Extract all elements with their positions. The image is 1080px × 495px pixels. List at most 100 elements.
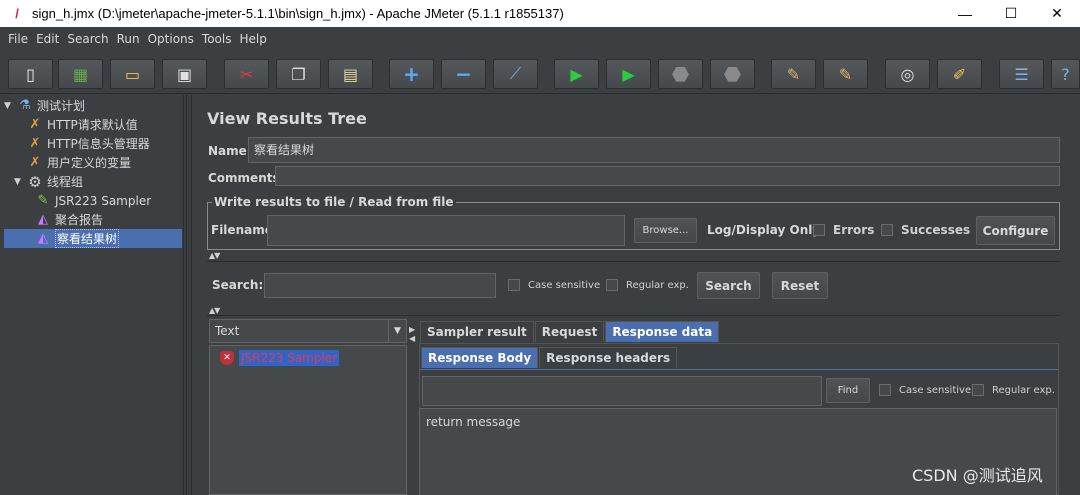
start-button[interactable]: ▶: [554, 59, 599, 89]
new-button[interactable]: ▯: [8, 59, 53, 89]
tree-node-jsr223-sampler[interactable]: ✎ JSR223 Sampler: [34, 191, 152, 210]
regex-checkbox[interactable]: Regular exp.: [606, 279, 689, 291]
checkbox-box[interactable]: [972, 384, 984, 396]
result-item-label: JSR223 Sampler: [239, 350, 340, 366]
tree-node-label: 测试计划: [37, 99, 86, 113]
checkbox-box[interactable]: [508, 279, 520, 291]
find-case-label: Case sensitive: [899, 384, 972, 396]
paste-button[interactable]: ▤: [328, 59, 373, 89]
search-input[interactable]: [264, 273, 496, 298]
save-button[interactable]: ▣: [162, 59, 207, 89]
minimize-button[interactable]: —: [942, 0, 988, 27]
errors-checkbox[interactable]: Errors: [813, 223, 874, 237]
menu-file[interactable]: File: [4, 32, 32, 46]
menu-search[interactable]: Search: [63, 32, 112, 46]
minus-icon: −: [455, 62, 472, 86]
divider: [420, 369, 1058, 370]
case-sensitive-checkbox[interactable]: Case sensitive: [508, 279, 600, 291]
checkbox-box[interactable]: [606, 279, 618, 291]
splitter-arrows-icon[interactable]: ▶ ◀: [409, 325, 415, 343]
tree-node-user-variables[interactable]: ✗ 用户定义的变量: [26, 153, 131, 172]
stop-button[interactable]: ⬣: [658, 59, 703, 89]
checkbox-box[interactable]: [813, 224, 825, 236]
search-button[interactable]: ◎: [885, 59, 930, 89]
menu-options[interactable]: Options: [144, 32, 198, 46]
copy-icon: ❐: [291, 64, 306, 84]
filename-label: Filename: [211, 223, 273, 237]
filename-field[interactable]: [267, 215, 625, 246]
successes-checkbox[interactable]: Successes: [881, 223, 970, 237]
menu-tools[interactable]: Tools: [198, 32, 236, 46]
name-field[interactable]: 察看结果树: [248, 137, 1060, 163]
checkbox-box[interactable]: [879, 384, 891, 396]
menu-edit[interactable]: Edit: [32, 32, 63, 46]
browse-button[interactable]: Browse...: [634, 218, 697, 243]
file-group-label: Write results to file / Read from file: [212, 195, 456, 209]
reset-button[interactable]: Reset: [772, 272, 828, 299]
toggle-icon: ⟋: [509, 64, 522, 83]
reset-search-button[interactable]: ✐: [937, 59, 982, 89]
tree-node-test-plan[interactable]: ▼ ⚗ 测试计划: [4, 96, 85, 115]
tree-node-label: 线程组: [47, 175, 84, 189]
tree-node-http-defaults[interactable]: ✗ HTTP请求默认值: [26, 115, 138, 134]
toggle-button[interactable]: ⟋: [493, 59, 538, 89]
clear-all-button[interactable]: ✎: [823, 59, 868, 89]
find-input[interactable]: [422, 376, 822, 406]
renderer-select[interactable]: Text ▼: [209, 319, 407, 343]
find-regex-checkbox[interactable]: Regular exp.: [972, 384, 1055, 396]
binoculars-icon: ◎: [900, 64, 915, 84]
start-no-pauses-button[interactable]: ▶: [606, 59, 651, 89]
expand-button[interactable]: +: [389, 59, 434, 89]
tree-node-view-results-tree[interactable]: ◭ 察看结果树: [4, 229, 182, 248]
checkbox-box[interactable]: [881, 224, 893, 236]
tree-expand-icon[interactable]: ▼: [4, 101, 16, 111]
splitter-handle[interactable]: [186, 95, 192, 495]
title-bar: / sign_h.jmx (D:\jmeter\apache-jmeter-5.…: [0, 0, 1080, 27]
tree-node-thread-group[interactable]: ▼ ⚙ 线程组: [14, 172, 83, 191]
find-button[interactable]: Find: [826, 378, 870, 403]
plus-icon: +: [403, 62, 420, 86]
tree-node-label: HTTP信息头管理器: [47, 137, 150, 151]
comments-field[interactable]: [275, 166, 1060, 186]
paste-icon: ▤: [342, 64, 359, 84]
scissors-icon: ✂: [239, 64, 254, 84]
tree-node-label: 聚合报告: [55, 213, 104, 227]
stop-icon: ⬣: [671, 62, 690, 86]
menu-help[interactable]: Help: [235, 32, 270, 46]
test-plan-tree: ▼ ⚗ 测试计划 ✗ HTTP请求默认值 ✗ HTTP信息头管理器 ✗ 用户定义…: [0, 95, 184, 495]
collapse-arrows-icon[interactable]: ▲▼: [209, 251, 220, 260]
tab-response-data[interactable]: Response data: [605, 321, 720, 342]
sample-result-list: ✕ JSR223 Sampler: [209, 345, 407, 495]
config-icon: ✗: [29, 117, 41, 132]
tab-request[interactable]: Request: [534, 321, 605, 342]
tree-node-label: HTTP请求默认值: [47, 118, 138, 132]
collapse-arrows-icon[interactable]: ▲▼: [209, 306, 220, 315]
tab-response-headers[interactable]: Response headers: [539, 347, 678, 368]
tab-response-body[interactable]: Response Body: [421, 347, 539, 368]
error-shield-icon: ✕: [220, 351, 234, 365]
find-case-checkbox[interactable]: Case sensitive: [879, 384, 971, 396]
tree-node-header-manager[interactable]: ✗ HTTP信息头管理器: [26, 134, 150, 153]
tree-expand-icon[interactable]: ▼: [14, 177, 26, 187]
collapse-button[interactable]: −: [441, 59, 486, 89]
cut-button[interactable]: ✂: [224, 59, 269, 89]
config-icon: ✗: [29, 136, 41, 151]
configure-button[interactable]: Configure: [976, 216, 1055, 245]
menu-run[interactable]: Run: [113, 32, 144, 46]
log-display-label: Log/Display Only:: [707, 223, 825, 237]
chevron-down-icon[interactable]: ▼: [388, 320, 406, 342]
function-helper-button[interactable]: ☰: [999, 59, 1044, 89]
search-button[interactable]: Search: [697, 272, 760, 299]
templates-button[interactable]: ▦: [58, 59, 103, 89]
tab-sampler-result[interactable]: Sampler result: [420, 321, 534, 342]
close-button[interactable]: ✕: [1034, 0, 1080, 27]
open-button[interactable]: ▭: [110, 59, 155, 89]
help-button[interactable]: ?: [1051, 59, 1080, 89]
shutdown-button[interactable]: ⬣: [710, 59, 755, 89]
result-tabs: Sampler result Request Response data: [420, 321, 720, 342]
clear-button[interactable]: ✎: [771, 59, 816, 89]
tree-node-aggregate-report[interactable]: ◭ 聚合报告: [34, 210, 103, 229]
maximize-button[interactable]: ☐: [988, 0, 1034, 27]
result-item[interactable]: ✕ JSR223 Sampler: [220, 349, 340, 367]
copy-button[interactable]: ❐: [276, 59, 321, 89]
